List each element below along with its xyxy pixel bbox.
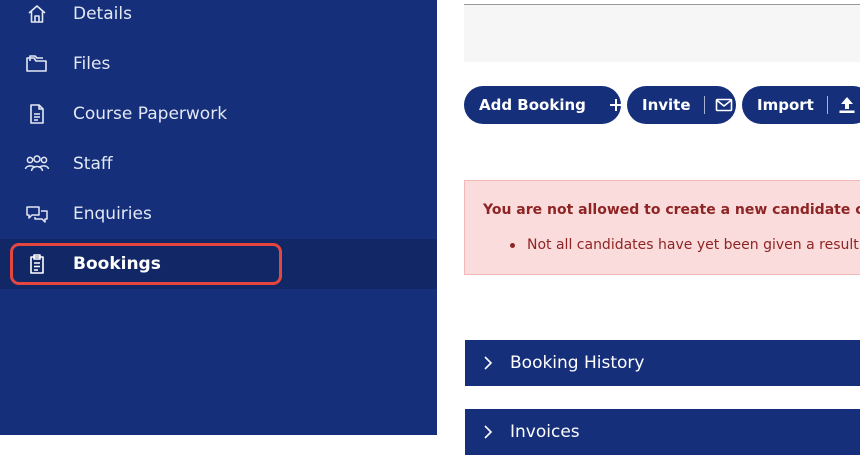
sidebar: Details Files Course Paperwork Staff Enq… [0, 0, 437, 435]
invite-label: Invite [642, 96, 691, 114]
top-panel [464, 4, 860, 62]
home-icon [24, 2, 50, 26]
sidebar-item-bookings[interactable]: Bookings [0, 239, 437, 289]
sidebar-item-staff[interactable]: Staff [0, 139, 437, 189]
folder-icon [24, 52, 50, 76]
plus-icon [609, 98, 623, 112]
button-divider [703, 96, 705, 114]
invite-button[interactable]: Invite [627, 86, 736, 124]
sidebar-item-label: Files [73, 54, 111, 74]
booking-history-section[interactable]: Booking History [465, 340, 860, 386]
document-icon [24, 102, 50, 126]
button-divider [826, 96, 828, 114]
sidebar-item-enquiries[interactable]: Enquiries [0, 189, 437, 239]
sidebar-item-course-paperwork[interactable]: Course Paperwork [0, 89, 437, 139]
alert-message: Not all candidates have yet been given a… [527, 237, 860, 253]
section-label: Booking History [510, 353, 645, 373]
sidebar-item-label: Details [73, 4, 132, 24]
add-booking-label: Add Booking [479, 96, 586, 114]
clipboard-icon [24, 252, 50, 276]
section-label: Invoices [510, 422, 580, 442]
sidebar-item-details[interactable]: Details [0, 0, 437, 39]
sidebar-item-label: Bookings [73, 254, 161, 274]
alert-bullet [510, 243, 515, 248]
alert-title: You are not allowed to create a new cand… [483, 202, 860, 218]
error-alert: You are not allowed to create a new cand… [464, 180, 860, 275]
import-label: Import [757, 96, 814, 114]
import-button[interactable]: Import [742, 86, 860, 124]
envelope-icon [715, 98, 733, 112]
chat-icon [24, 202, 50, 226]
main-content: Add Booking Invite Import You are not al… [437, 0, 860, 455]
sidebar-item-label: Staff [73, 154, 113, 174]
sidebar-item-files[interactable]: Files [0, 39, 437, 89]
invoices-section[interactable]: Invoices [465, 409, 860, 455]
sidebar-item-label: Course Paperwork [73, 104, 228, 124]
add-booking-button[interactable]: Add Booking [464, 86, 623, 124]
chevron-right-icon [483, 355, 493, 376]
users-icon [24, 152, 50, 176]
upload-icon [838, 96, 856, 114]
sidebar-item-label: Enquiries [73, 204, 152, 224]
